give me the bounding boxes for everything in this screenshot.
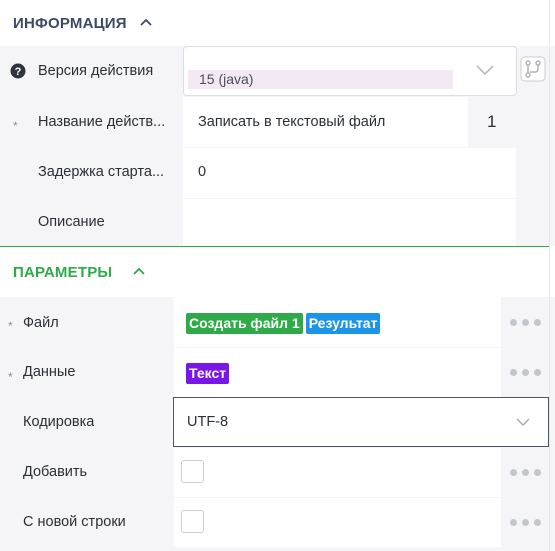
newline-cell <box>174 498 501 547</box>
append-label: Добавить <box>23 464 88 480</box>
delay-input[interactable]: 0 <box>183 148 516 198</box>
file-label: Файл <box>23 315 59 331</box>
required-mark: * <box>8 319 13 333</box>
newline-checkbox[interactable] <box>181 510 204 533</box>
name-input[interactable]: Записать в текстовый файл <box>183 97 468 147</box>
file-input[interactable]: Создать файл 1 Результат <box>174 297 501 347</box>
chevron-down-icon <box>476 65 494 76</box>
info-row-description: Описание <box>0 199 555 246</box>
append-cell <box>174 448 501 497</box>
chevron-down-icon <box>516 418 530 427</box>
branch-icon[interactable] <box>520 56 546 82</box>
info-row-name: * Название действ... Записать в текстовы… <box>0 97 555 147</box>
required-mark: * <box>13 119 18 133</box>
name-label: Название действ... <box>38 114 166 130</box>
description-label: Описание <box>38 214 105 230</box>
data-tags: Текст <box>186 363 230 384</box>
info-row-version: ? Версия действия 15 (java) <box>0 46 555 96</box>
params-section-header[interactable]: ПАРАМЕТРЫ <box>13 249 146 295</box>
tag-result[interactable]: Результат <box>305 313 381 334</box>
param-row-file: * Файл Создать файл 1 Результат <box>0 297 555 347</box>
version-select[interactable]: 15 (java) <box>183 46 517 96</box>
newline-label: С новой строки <box>23 514 126 530</box>
help-icon[interactable]: ? <box>10 63 26 79</box>
more-options-icon[interactable] <box>502 297 548 347</box>
required-mark: * <box>8 370 13 384</box>
more-options-icon[interactable] <box>502 348 548 397</box>
params-section-title: ПАРАМЕТРЫ <box>13 263 113 281</box>
delay-value: 0 <box>198 164 207 180</box>
tag-text[interactable]: Текст <box>186 363 230 384</box>
name-counter: 1 <box>487 112 497 131</box>
more-options-icon[interactable] <box>502 498 548 547</box>
delay-label: Задержка старта... <box>38 164 165 180</box>
encoding-select[interactable]: UTF-8 <box>173 397 549 447</box>
param-row-encoding: Кодировка UTF-8 <box>0 397 555 447</box>
description-input[interactable] <box>183 199 516 246</box>
info-section-header[interactable]: ИНФОРМАЦИЯ <box>13 0 153 46</box>
encoding-value: UTF-8 <box>187 414 229 430</box>
section-divider <box>0 246 549 247</box>
svg-text:?: ? <box>15 66 22 78</box>
name-value: Записать в текстовый файл <box>198 114 386 130</box>
data-input[interactable]: Текст <box>174 348 501 397</box>
chevron-up-icon[interactable] <box>132 265 146 279</box>
data-label: Данные <box>23 364 76 380</box>
param-row-append: Добавить <box>0 448 555 497</box>
param-row-data: * Данные Текст <box>0 348 555 397</box>
append-checkbox[interactable] <box>181 460 204 483</box>
more-options-icon[interactable] <box>502 448 548 497</box>
version-value: 15 (java) <box>199 71 254 87</box>
panel-edge <box>549 0 550 551</box>
encoding-label: Кодировка <box>23 414 95 430</box>
file-tags: Создать файл 1 Результат <box>186 313 381 334</box>
info-row-delay: Задержка старта... 0 <box>0 148 555 198</box>
info-section-title: ИНФОРМАЦИЯ <box>13 14 127 32</box>
param-row-newline: С новой строки <box>0 498 555 547</box>
tag-create-file[interactable]: Создать файл 1 <box>186 313 303 334</box>
version-label: Версия действия <box>38 63 154 79</box>
chevron-up-icon[interactable] <box>139 16 153 30</box>
